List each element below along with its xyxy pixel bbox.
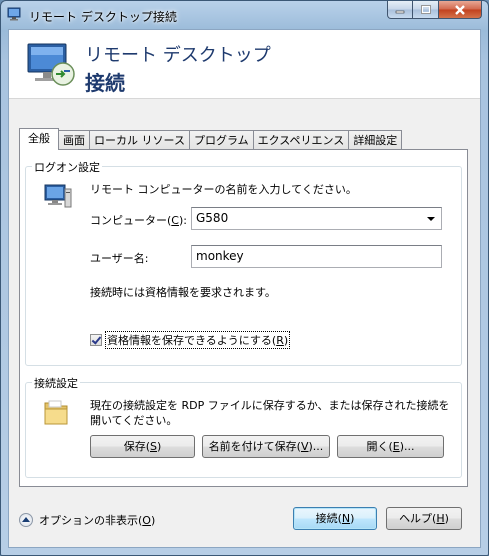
tab-programs[interactable]: プログラム: [189, 130, 254, 149]
hide-options-toggle[interactable]: オプションの非表示(O): [19, 512, 155, 528]
tab-general[interactable]: 全般: [19, 128, 59, 150]
remote-desktop-monitor-icon: [27, 43, 75, 86]
chevron-down-icon[interactable]: [427, 217, 435, 221]
credentials-note: 接続時には資格情報を要求されます。: [90, 286, 276, 299]
header-banner: リモート デスクトップ 接続: [9, 30, 480, 99]
computer-icon: [44, 184, 72, 208]
logon-settings-group: ログオン設定 リモート コンピューターの名前を入力してください。 コンピューター…: [25, 159, 462, 366]
open-button[interactable]: 開く(E)...: [337, 435, 444, 458]
hide-options-label: オプションの非表示(O): [39, 514, 156, 527]
caption-buttons: [387, 1, 482, 20]
computer-name-instruction: リモート コンピューターの名前を入力してください。: [90, 183, 357, 196]
tab-advanced[interactable]: 詳細設定: [349, 130, 403, 149]
help-button[interactable]: ヘルプ(H): [386, 507, 462, 530]
connection-settings-group: 接続設定 現在の接続設定を RDP ファイルに保存するか、または保存された接続を…: [25, 375, 462, 478]
maximize-icon: [420, 5, 431, 14]
tab-strip: 全般 画面 ローカル リソース プログラム エクスペリエンス 詳細設定: [19, 128, 403, 150]
close-button[interactable]: [439, 1, 482, 19]
connection-description-line1: 現在の接続設定を RDP ファイルに保存するか、または保存された接続を: [90, 399, 450, 412]
computer-label: コンピューター(C):: [90, 214, 187, 227]
connection-description-line2: 開いてください。: [90, 414, 178, 427]
save-credentials-label: 資格情報を保存できるようにする(R): [105, 331, 291, 349]
banner-title-line2: 接続: [85, 71, 125, 95]
window-title: リモート デスクトップ接続: [29, 10, 177, 24]
folder-icon: [44, 400, 68, 425]
banner-title-line1: リモート デスクトップ: [85, 45, 271, 66]
tab-experience[interactable]: エクスペリエンス: [253, 130, 350, 149]
remote-desktop-window: リモート デスクトップ接続 リモート デスクトップ 接続 全般 画面 ローカル …: [0, 0, 489, 556]
collapse-arrow-icon[interactable]: [19, 513, 33, 527]
user-name-field[interactable]: monkey: [191, 245, 442, 268]
minimize-button[interactable]: [387, 1, 413, 19]
connection-settings-label: 接続設定: [32, 375, 80, 391]
dialog-client-area: リモート デスクトップ 接続 全般 画面 ローカル リソース プログラム エクス…: [8, 29, 481, 548]
minimize-icon: [395, 10, 405, 13]
close-icon: [455, 4, 465, 15]
save-as-button[interactable]: 名前を付けて保存(V)...: [202, 435, 330, 458]
remote-desktop-icon: [7, 7, 21, 21]
general-tab-panel: ログオン設定 リモート コンピューターの名前を入力してください。 コンピューター…: [19, 149, 468, 487]
user-name-label: ユーザー名:: [90, 252, 149, 265]
title-bar[interactable]: リモート デスクトップ接続: [1, 1, 488, 27]
save-credentials-checkbox[interactable]: [90, 334, 102, 346]
computer-combobox[interactable]: G580: [191, 207, 442, 230]
save-credentials-option[interactable]: 資格情報を保存できるようにする(R): [90, 331, 291, 349]
tab-local-resources[interactable]: ローカル リソース: [90, 130, 190, 149]
save-button[interactable]: 保存(S): [90, 435, 195, 458]
user-name-value: monkey: [196, 249, 244, 263]
maximize-button[interactable]: [413, 1, 439, 19]
logon-settings-label: ログオン設定: [32, 159, 102, 175]
connect-button[interactable]: 接続(N): [293, 507, 377, 530]
tab-display[interactable]: 画面: [59, 130, 90, 149]
computer-combobox-value: G580: [196, 211, 229, 225]
